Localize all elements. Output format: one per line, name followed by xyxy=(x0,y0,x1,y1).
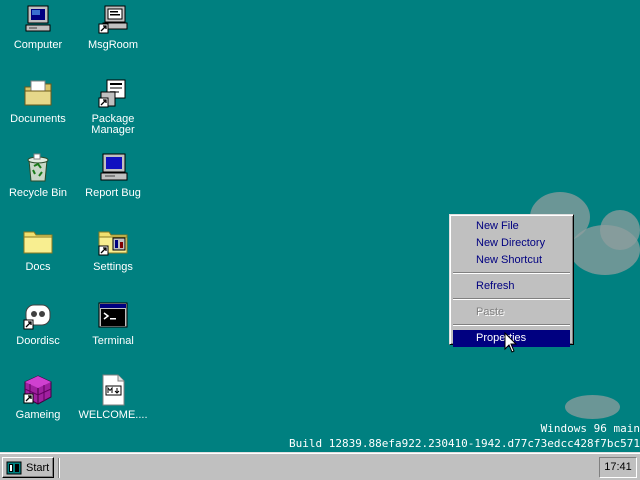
settings-folder-icon xyxy=(97,226,129,258)
desktop-icon-label: Gameing xyxy=(15,409,61,421)
recycle-bin-icon xyxy=(22,152,54,184)
desktop-icon-documents[interactable]: Documents xyxy=(1,78,75,125)
mouse-cursor-icon xyxy=(504,332,518,353)
wallpaper-smudge xyxy=(600,210,640,250)
msgroom-icon xyxy=(97,4,129,36)
start-logo-icon xyxy=(6,460,22,476)
desktop-icon-gameing[interactable]: Gameing xyxy=(1,374,75,421)
desktop-icon-welcome[interactable]: WELCOME.... xyxy=(76,374,150,421)
desktop-icon-label: Doordisc xyxy=(16,335,60,347)
desktop-icon-msgroom[interactable]: MsgRoom xyxy=(76,4,150,51)
system-tray-clock[interactable]: 17:41 xyxy=(599,457,637,478)
game-cube-icon xyxy=(22,374,54,406)
menu-item-paste: Paste xyxy=(476,306,505,318)
package-manager-icon xyxy=(97,78,129,110)
watermark-build: Build 12839.88efa922.230410-1942.d77c73e… xyxy=(289,437,640,450)
start-button-label: Start xyxy=(26,461,50,474)
taskbar: Start 17:41 xyxy=(0,452,640,480)
menu-separator xyxy=(453,298,570,300)
desktop-context-menu: New File New Directory New Shortcut Refr… xyxy=(449,214,574,347)
desktop[interactable]: Computer MsgRoom Documents Package Manag… xyxy=(0,0,640,452)
wallpaper-smudge xyxy=(565,395,620,419)
markdown-file-icon xyxy=(97,374,129,406)
desktop-icon-label: Documents xyxy=(10,113,66,125)
desktop-icon-label: Recycle Bin xyxy=(8,187,68,199)
menu-item-new-shortcut[interactable]: New Shortcut xyxy=(453,252,570,269)
start-button[interactable]: Start xyxy=(2,457,54,478)
menu-item-new-file[interactable]: New File xyxy=(453,218,570,235)
folder-icon xyxy=(22,226,54,258)
computer-icon xyxy=(22,4,54,36)
doordisc-icon xyxy=(22,300,54,332)
desktop-icon-label: Report Bug xyxy=(85,187,141,199)
menu-separator xyxy=(453,324,570,326)
watermark-edition: Windows 96 main xyxy=(540,422,640,435)
desktop-icon-label: Terminal xyxy=(92,335,134,347)
documents-folder-icon xyxy=(22,78,54,110)
desktop-icon-settings[interactable]: Settings xyxy=(76,226,150,273)
menu-item-refresh[interactable]: Refresh xyxy=(453,278,570,295)
menu-separator xyxy=(453,272,570,274)
desktop-icon-recycle-bin[interactable]: Recycle Bin xyxy=(1,152,75,199)
desktop-icon-terminal[interactable]: Terminal xyxy=(76,300,150,347)
desktop-icon-label: Docs xyxy=(25,261,51,273)
taskbar-divider xyxy=(58,458,60,478)
desktop-icon-label: Computer xyxy=(13,39,63,51)
build-watermark: Windows 96 main Build 12839.88efa922.2304… xyxy=(289,421,640,451)
terminal-icon xyxy=(97,300,129,332)
desktop-icon-report-bug[interactable]: Report Bug xyxy=(76,152,150,199)
menu-item-new-directory[interactable]: New Directory xyxy=(453,235,570,252)
desktop-icon-label: Settings xyxy=(93,261,133,273)
report-bug-icon xyxy=(97,152,129,184)
desktop-icon-label: Package Manager xyxy=(91,113,135,136)
desktop-icon-doordisc[interactable]: Doordisc xyxy=(1,300,75,347)
desktop-icon-label: WELCOME.... xyxy=(78,409,148,421)
desktop-icon-label: MsgRoom xyxy=(87,39,139,51)
desktop-icon-package-manager[interactable]: Package Manager xyxy=(76,78,150,136)
desktop-icon-docs[interactable]: Docs xyxy=(1,226,75,273)
desktop-icon-computer[interactable]: Computer xyxy=(1,4,75,51)
